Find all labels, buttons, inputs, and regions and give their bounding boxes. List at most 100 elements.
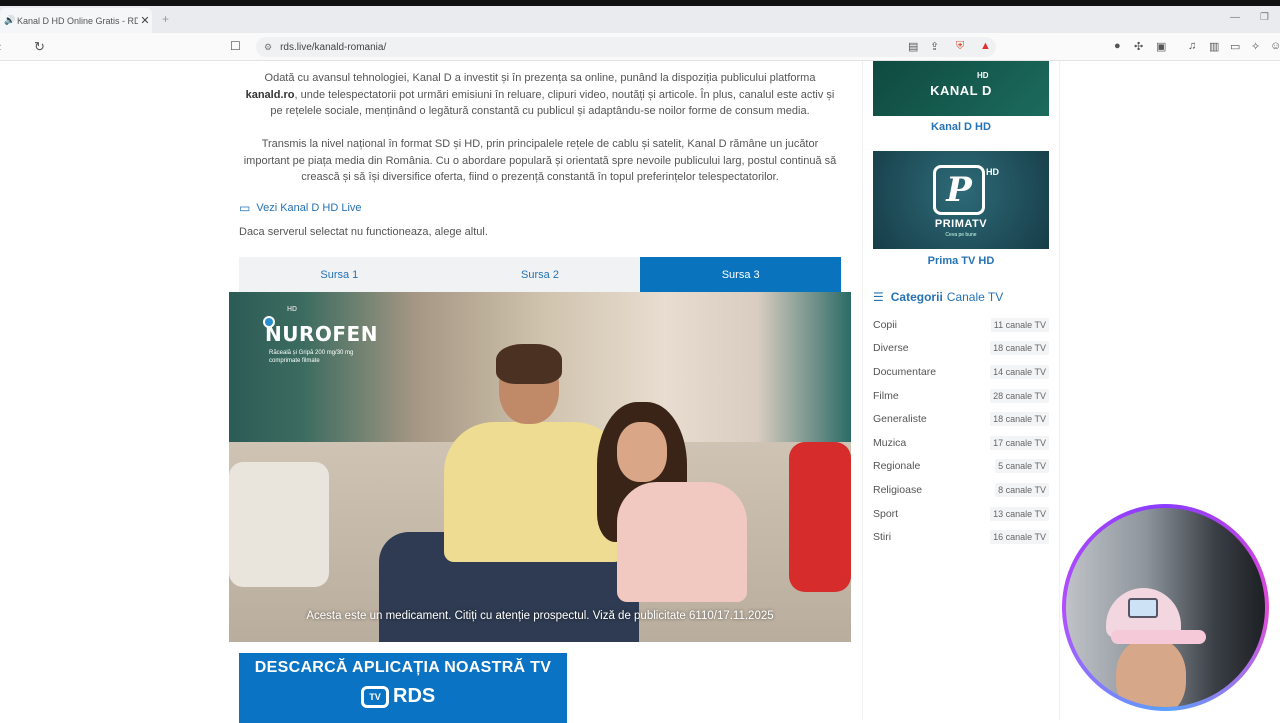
category-name: Documentare — [873, 365, 937, 378]
article-paragraph-1: Odată cu avansul tehnologiei, Kanal D a … — [229, 70, 851, 120]
category-row[interactable]: Copii 11 canale TV — [873, 313, 1049, 337]
video-scene-girl — [587, 402, 747, 602]
browser-tab[interactable]: 🔊 Kanal D HD Online Gratis - RD ✕ — [0, 8, 152, 33]
rewards-icon[interactable]: ▲ — [980, 40, 991, 52]
channel-hd-label: HD — [287, 306, 298, 313]
ai-icon[interactable]: ✧ — [1251, 40, 1260, 53]
url-text: rds.live/kanald-romania/ — [280, 41, 387, 53]
prima-tv-mark: P — [933, 165, 985, 215]
video-scene-cushion-right — [789, 442, 851, 592]
prima-tv-logo: PRIMATV — [934, 218, 988, 230]
categories-heading: ☰ Categorii Canale TV — [873, 290, 1003, 304]
prima-tv-thumbnail[interactable]: P HD PRIMATV Ceva pe bune — [873, 151, 1049, 249]
minimize-icon[interactable]: — — [1230, 12, 1240, 23]
para1-text-a: Odată cu avansul tehnologiei, Kanal D a … — [264, 72, 816, 84]
tab-sursa-3[interactable]: Sursa 3 — [640, 257, 842, 292]
category-name: Religioase — [873, 483, 923, 496]
kanal-d-link[interactable]: Kanal D HD — [873, 121, 1049, 133]
rds-logo: TV RDS — [361, 685, 435, 708]
close-tab-icon[interactable]: ✕ — [138, 14, 152, 27]
shield-icon[interactable]: ⛨ — [956, 40, 964, 53]
category-count: 11 canale TV — [990, 317, 1049, 332]
categories-heading-a: Categorii — [890, 290, 943, 304]
category-row[interactable]: Diverse 18 canale TV — [873, 337, 1049, 361]
webcam-feed — [1066, 508, 1265, 707]
source-tabs: Sursa 1 Sursa 2 Sursa 3 — [239, 257, 842, 292]
banner-title: DESCARCĂ APLICAȚIA NOASTRĂ TV — [254, 659, 552, 676]
category-count: 28 canale TV — [990, 388, 1049, 403]
monitor-icon: ▭ — [239, 201, 251, 215]
reload-icon[interactable]: ↻ — [34, 39, 45, 55]
reader-icon[interactable]: ▤ — [908, 40, 918, 53]
app-download-banner[interactable]: DESCARCĂ APLICAȚIA NOASTRĂ TV TV RDS — [239, 653, 567, 723]
ad-subtitle-line-2: comprimate filmate — [269, 358, 320, 364]
tab-sursa-1[interactable]: Sursa 1 — [239, 257, 440, 292]
category-count: 16 canale TV — [990, 530, 1049, 545]
category-row[interactable]: Sport 13 canale TV — [873, 502, 1049, 526]
profile-icon[interactable]: ☺ — [1270, 40, 1280, 52]
category-name: Muzica — [873, 436, 907, 449]
sidebar: HD KANAL D Kanal D HD P HD PRIMATV Ceva … — [862, 61, 1060, 720]
webcam-overlay — [1062, 504, 1269, 711]
puzzle-icon[interactable]: ✣ — [1134, 40, 1143, 53]
screenshot-icon[interactable]: ▣ — [1156, 40, 1166, 53]
category-row[interactable]: Generaliste 18 canale TV — [873, 407, 1049, 431]
prima-tv-hd-label: HD — [986, 167, 999, 177]
category-row[interactable]: Muzica 17 canale TV — [873, 431, 1049, 455]
category-row[interactable]: Filme 28 canale TV — [873, 384, 1049, 408]
new-tab-icon[interactable]: + — [162, 12, 169, 26]
article-paragraph-2: Transmis la nivel național în format SD … — [243, 138, 837, 184]
rds-logo-text: RDS — [393, 685, 436, 707]
sidebar-icon[interactable]: ▥ — [1209, 40, 1219, 53]
category-name: Diverse — [873, 342, 909, 355]
kanal-d-thumbnail[interactable]: HD KANAL D — [873, 61, 1049, 116]
category-count: 18 canale TV — [990, 341, 1049, 356]
speaker-icon[interactable]: 🔊 — [4, 15, 15, 26]
category-name: Generaliste — [873, 413, 927, 426]
category-count: 5 canale TV — [995, 459, 1049, 474]
url-field[interactable]: ⚙ rds.live/kanald-romania/ — [256, 37, 996, 57]
ad-subtitle: Răceală și Gripă 200 mg/30 mg comprimate… — [269, 349, 353, 365]
ad-brand: NUROFEN — [265, 322, 378, 346]
kanal-d-logo: KANAL D — [930, 83, 992, 98]
share-icon[interactable]: ⇪ — [930, 40, 939, 53]
tab-title: Kanal D HD Online Gratis - RD — [17, 15, 138, 26]
video-caption: Acesta este un medicament. Citiți cu ate… — [306, 610, 774, 622]
category-name: Filme — [873, 389, 899, 402]
ad-subtitle-line-1: Răceală și Gripă 200 mg/30 mg — [269, 350, 354, 356]
video-scene-cushion-left — [229, 462, 329, 587]
category-count: 14 canale TV — [990, 364, 1049, 379]
kanal-d-hd-label: HD — [977, 71, 989, 80]
tab-bar: 🔊 Kanal D HD Online Gratis - RD ✕ + — ❐ — [0, 6, 1280, 33]
list-icon: ☰ — [873, 290, 884, 304]
back-icon[interactable]: ‹ — [0, 39, 1, 54]
extension-icon[interactable]: ● — [1114, 40, 1121, 52]
video-player[interactable]: HD NUROFEN Răceală și Gripă 200 mg/30 mg… — [229, 292, 851, 642]
para1-bold-link[interactable]: kanald.ro — [246, 89, 295, 101]
category-count: 18 canale TV — [990, 412, 1049, 427]
category-row[interactable]: Regionale 5 canale TV — [873, 455, 1049, 479]
category-name: Copii — [873, 318, 897, 331]
address-bar: ‹ ↻ ☐ ⚙ rds.live/kanald-romania/ ▤ ⇪ ⛨ ▲… — [0, 33, 1280, 61]
category-count: 17 canale TV — [990, 435, 1049, 450]
category-row[interactable]: Documentare 14 canale TV — [873, 360, 1049, 384]
category-name: Sport — [873, 507, 899, 520]
server-note: Daca serverul selectat nu functioneaza, … — [239, 226, 488, 238]
restore-icon[interactable]: ❐ — [1260, 12, 1269, 23]
prima-tv-link[interactable]: Prima TV HD — [873, 255, 1049, 267]
music-icon[interactable]: ♫ — [1188, 40, 1196, 52]
live-link[interactable]: ▭ Vezi Kanal D HD Live — [239, 201, 362, 215]
categories-heading-b: Canale TV — [946, 290, 1004, 304]
category-name: Regionale — [873, 460, 921, 473]
wallet-icon[interactable]: ▭ — [1230, 40, 1240, 53]
tab-sursa-2[interactable]: Sursa 2 — [440, 257, 641, 292]
category-row[interactable]: Stiri 16 canale TV — [873, 525, 1049, 549]
category-row[interactable]: Religioase 8 canale TV — [873, 478, 1049, 502]
category-count: 8 canale TV — [995, 482, 1049, 497]
category-name: Stiri — [873, 531, 892, 544]
site-info-icon[interactable]: ⚙ — [264, 42, 272, 53]
bookmark-icon[interactable]: ☐ — [230, 39, 241, 53]
para1-text-b: , unde telespectatorii pot urmări emisiu… — [270, 88, 835, 118]
live-link-label: Vezi Kanal D HD Live — [256, 202, 362, 214]
prima-tv-tagline: Ceva pe bune — [945, 232, 977, 238]
